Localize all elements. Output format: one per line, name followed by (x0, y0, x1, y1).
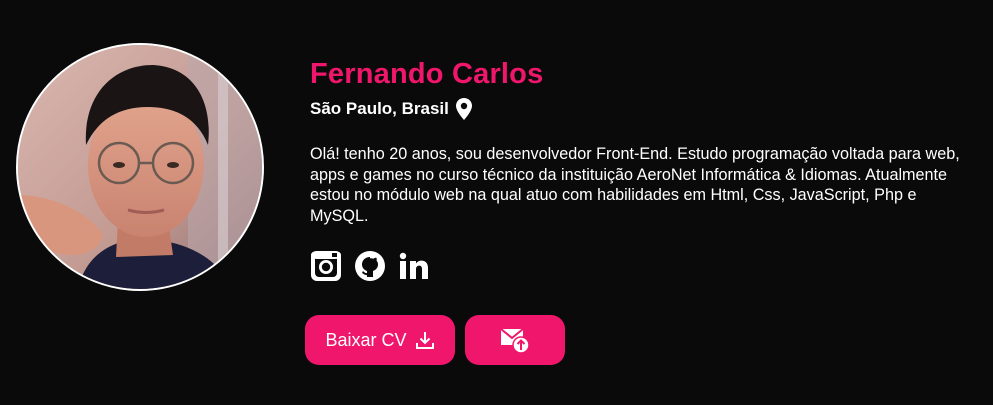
social-links (310, 250, 980, 282)
profile-name: Fernando Carlos (310, 58, 544, 90)
instagram-icon[interactable] (310, 250, 342, 282)
avatar-photo (18, 45, 262, 289)
mail-upload-icon (500, 326, 530, 354)
linkedin-icon[interactable] (398, 250, 430, 282)
action-buttons: Baixar CV (305, 315, 565, 365)
location-text: São Paulo, Brasil (310, 99, 449, 118)
profile-info: Fernando Carlos São Paulo, Brasil Olá! t… (310, 56, 980, 282)
map-pin-icon (455, 97, 473, 121)
avatar (16, 43, 264, 291)
location-row: São Paulo, Brasil (310, 96, 980, 122)
download-cv-button[interactable]: Baixar CV (305, 315, 455, 365)
profile-bio: Olá! tenho 20 anos, sou desenvolvedor Fr… (310, 145, 960, 225)
profile-page: Fernando Carlos São Paulo, Brasil Olá! t… (0, 0, 993, 405)
download-icon (415, 330, 435, 350)
send-message-button[interactable] (465, 315, 565, 365)
github-icon[interactable] (354, 250, 386, 282)
download-cv-label: Baixar CV (325, 329, 407, 350)
